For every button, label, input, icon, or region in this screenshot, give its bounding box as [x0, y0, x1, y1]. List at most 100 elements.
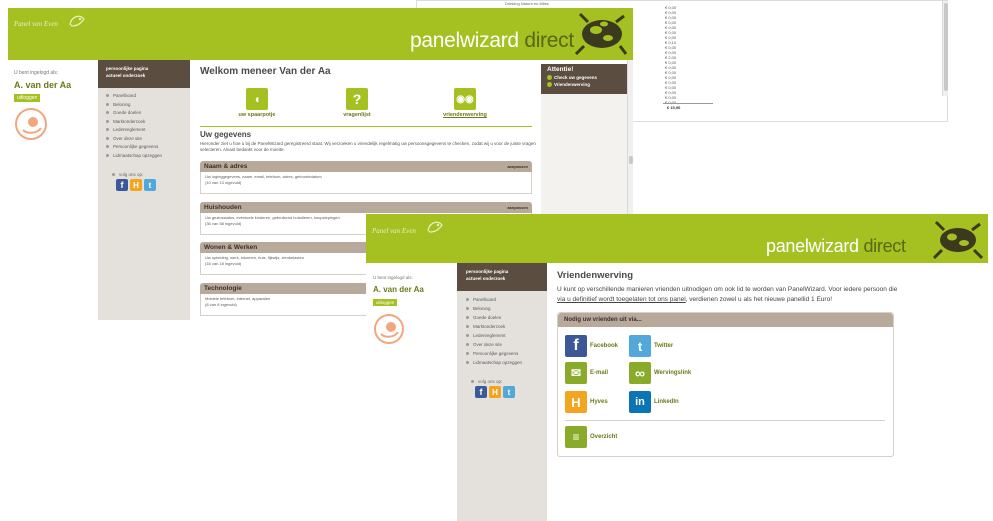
edit-link[interactable]: aanpassen: [507, 205, 528, 210]
question-icon: ?: [346, 88, 368, 110]
bullet-icon: [112, 173, 115, 177]
sidebar-item-over-deze-site[interactable]: Over deze site: [106, 135, 182, 144]
sidebar-item-label: Over deze site: [473, 342, 503, 347]
sidebar-head-item[interactable]: actueel onderzoek: [106, 72, 182, 79]
sidebar-item-marktonderzoek[interactable]: Marktonderzoek: [106, 118, 182, 127]
sidebar-item-persoonlijke-gegevens[interactable]: Persoonlijke gegevens: [466, 349, 538, 358]
logo-mark-icon: [380, 322, 399, 338]
sidebar-head: persoonlijke pagina actueel onderzoek: [98, 60, 190, 88]
bullet-icon: [106, 153, 109, 157]
twitter-icon[interactable]: t: [144, 179, 156, 191]
tile-label: vragenlijst: [343, 112, 371, 118]
sidebar-head-item[interactable]: actueel onderzoek: [466, 275, 538, 282]
bullet-icon: [466, 307, 469, 311]
sidebar-item-label: Goede doelen: [113, 110, 142, 115]
sidebar-item-persoonlijke-gegevens[interactable]: Persoonlijke gegevens: [106, 143, 182, 152]
alert-icon: [547, 82, 552, 88]
sidebar: persoonlijke pagina actueel onderzoek Pa…: [457, 263, 547, 521]
intro-link[interactable]: via u definitief wordt toegelaten tot on…: [557, 296, 686, 303]
login-label: U bent ingelogd als:: [14, 70, 59, 76]
sidebar-menu: Panelboard Beloning Goede doelen Markton…: [98, 88, 190, 164]
invite-box-title: Nodig uw vrienden uit via...: [564, 317, 642, 323]
logout-button[interactable]: uitloggen: [14, 94, 41, 102]
scrollbar[interactable]: [942, 1, 948, 96]
sidebar-item-lidmaatschap-opzeggen[interactable]: Lidmaatschap opzeggen: [466, 358, 538, 367]
invite-overzicht[interactable]: ≡ Overzicht: [565, 426, 617, 448]
sidebar-item-goede-doelen[interactable]: Goede doelen: [106, 109, 182, 118]
sidebar-menu: Panelboard Beloning Goede doelen Markton…: [457, 291, 547, 371]
hyves-icon[interactable]: H: [489, 386, 501, 398]
intro-part: , verdienen zowel u als het nieuwe panel…: [685, 296, 832, 303]
sidebar-head-item[interactable]: persoonlijke pagina: [466, 268, 538, 275]
bullet-icon: [466, 361, 469, 365]
bullet-icon: [106, 119, 109, 123]
tile-vriendenwerving[interactable]: ◉◉ vriendenwerving: [438, 88, 492, 118]
bullet-icon: [106, 102, 109, 106]
sidebar-item-marktonderzoek[interactable]: Marktonderzoek: [466, 322, 538, 331]
facebook-icon[interactable]: f: [475, 386, 487, 398]
attention-item[interactable]: Check uw gegevens: [547, 74, 621, 81]
bullet-icon: [466, 298, 469, 302]
sidebar-item-goede-doelen[interactable]: Goede doelen: [466, 313, 538, 322]
sidebar-item-beloning[interactable]: Beloning: [106, 101, 182, 110]
sidebar-head-item[interactable]: persoonlijke pagina: [106, 65, 182, 72]
facebook-icon[interactable]: f: [116, 179, 128, 191]
brand-sub: direct: [863, 236, 906, 256]
facebook-icon: f: [565, 335, 587, 357]
invite-label: E-mail: [590, 370, 609, 376]
sidebar-item-label: Beloning: [473, 306, 491, 311]
total-value: € 15,96: [667, 105, 681, 110]
bullet-icon: [106, 94, 109, 98]
sidebar-item-ledenreglement[interactable]: Ledenreglement: [106, 126, 182, 135]
panel-body: Uw loginggegevens, naam, email, telefoon…: [200, 172, 532, 194]
edit-link[interactable]: aanpassen: [507, 164, 528, 169]
hyves-icon[interactable]: H: [130, 179, 142, 191]
bullet-icon: [466, 343, 469, 347]
tile-label: vriendenwerving: [443, 112, 487, 118]
invite-twitter[interactable]: t Twitter: [629, 335, 673, 357]
twitter-icon[interactable]: t: [503, 386, 515, 398]
header-banner: Panel van Even panelwizard direct: [8, 8, 633, 60]
sidebar-item-lidmaatschap-opzeggen[interactable]: Lidmaatschap opzeggen: [106, 152, 182, 161]
user-name: A. van der Aa: [14, 80, 72, 90]
list-icon: ≡: [565, 426, 587, 448]
follow-label: volg ons op:: [98, 164, 190, 179]
invite-facebook[interactable]: f Facebook: [565, 335, 618, 357]
sidebar-item-label: Panelboard: [113, 93, 137, 98]
panel-header: Naam & adres aanpassen: [200, 161, 532, 172]
invite-label: Facebook: [590, 343, 619, 349]
sidebar-item-label: Goede doelen: [473, 315, 502, 320]
sidebar-item-label: Persoonlijke gegevens: [473, 351, 519, 356]
invite-wervingslink[interactable]: ∞ Wervingslink: [629, 362, 691, 384]
link-icon: ∞: [629, 362, 651, 384]
sidebar-item-label: Beloning: [113, 101, 131, 107]
sidebar-item-panelboard[interactable]: Panelboard: [106, 92, 182, 101]
bullet-icon: [106, 145, 109, 149]
frog-logo-icon: [574, 12, 628, 56]
tile-vragenlijst[interactable]: ? vragenlijst: [336, 88, 378, 118]
brand-small: Panel van Even: [372, 227, 416, 235]
sidebar-item-label: Persoonlijke gegevens: [113, 144, 159, 149]
sidebar-item-ledenreglement[interactable]: Ledenreglement: [466, 331, 538, 340]
invite-email[interactable]: ✉ E-mail: [565, 362, 608, 384]
sidebar-item-label: Ledenreglement: [473, 333, 506, 338]
sidebar-item-panelboard[interactable]: Panelboard: [466, 295, 538, 304]
follow-text: volg ons op:: [478, 379, 503, 384]
logout-button[interactable]: uitloggen: [373, 299, 398, 306]
invite-label: Hyves: [590, 399, 608, 405]
sidebar-item-beloning[interactable]: Beloning: [466, 304, 538, 313]
scrollbar-thumb[interactable]: [944, 3, 948, 91]
scrollbar-thumb[interactable]: [629, 156, 633, 164]
follow-text: volg ons op:: [119, 172, 144, 177]
bullet-icon: [471, 380, 474, 384]
invite-linkedin[interactable]: in LinkedIn: [629, 391, 679, 413]
sidebar-item-over-deze-site[interactable]: Over deze site: [466, 340, 538, 349]
bullet-icon: [466, 316, 469, 320]
alert-icon: [547, 75, 552, 81]
social-icons: f H t: [98, 179, 190, 191]
invite-hyves[interactable]: H Hyves: [565, 391, 608, 413]
attention-item[interactable]: Vriendenwerving: [547, 81, 621, 88]
linkedin-icon: in: [629, 391, 651, 413]
bullet-icon: [466, 325, 469, 329]
tile-spaarpotje[interactable]: ◖ uw spaarpotje: [236, 88, 278, 118]
